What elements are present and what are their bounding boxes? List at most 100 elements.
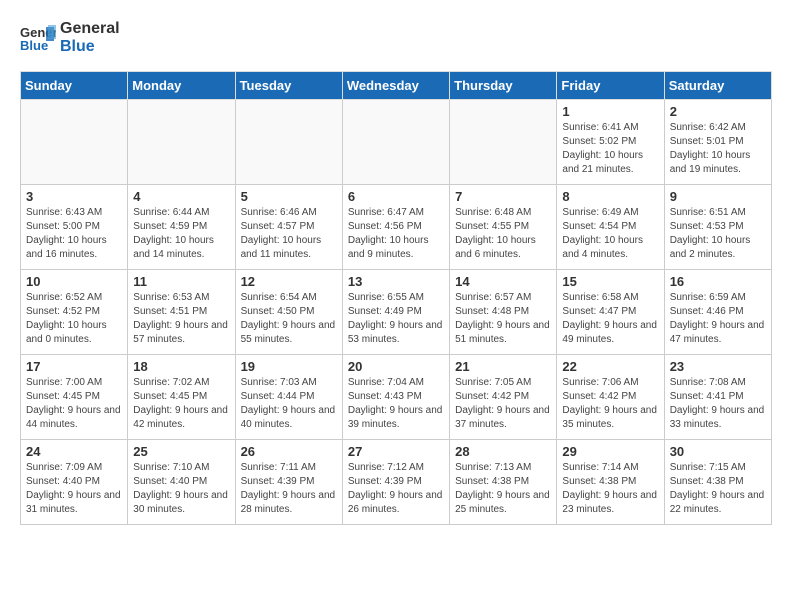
day-number: 6 <box>348 189 444 204</box>
day-info: Sunrise: 7:12 AM Sunset: 4:39 PM Dayligh… <box>348 461 444 517</box>
calendar-cell: 20Sunrise: 7:04 AM Sunset: 4:43 PM Dayli… <box>342 355 449 440</box>
day-info: Sunrise: 7:02 AM Sunset: 4:45 PM Dayligh… <box>133 376 229 432</box>
day-info: Sunrise: 7:11 AM Sunset: 4:39 PM Dayligh… <box>241 461 337 517</box>
day-number: 4 <box>133 189 229 204</box>
day-number: 3 <box>26 189 122 204</box>
day-info: Sunrise: 7:05 AM Sunset: 4:42 PM Dayligh… <box>455 376 551 432</box>
header-sunday: Sunday <box>21 72 128 100</box>
page-header: General Blue General Blue <box>20 20 772 55</box>
day-info: Sunrise: 7:08 AM Sunset: 4:41 PM Dayligh… <box>670 376 766 432</box>
calendar-cell: 12Sunrise: 6:54 AM Sunset: 4:50 PM Dayli… <box>235 270 342 355</box>
day-number: 28 <box>455 444 551 459</box>
calendar-cell: 3 Sunrise: 6:43 AM Sunset: 5:00 PM Daylig… <box>21 185 128 270</box>
calendar-week-5: 24 Sunrise: 7:09 AM Sunset: 4:40 PM Dayli… <box>21 440 772 525</box>
calendar-cell: 9 Sunrise: 6:51 AM Sunset: 4:53 PM Daylig… <box>664 185 771 270</box>
day-info: Sunrise: 6:46 AM Sunset: 4:57 PM Dayligh… <box>241 206 337 262</box>
day-info: Sunrise: 6:48 AM Sunset: 4:55 PM Dayligh… <box>455 206 551 262</box>
header-wednesday: Wednesday <box>342 72 449 100</box>
day-number: 19 <box>241 359 337 374</box>
calendar-week-4: 17Sunrise: 7:00 AM Sunset: 4:45 PM Dayli… <box>21 355 772 440</box>
day-info: Sunrise: 6:47 AM Sunset: 4:56 PM Dayligh… <box>348 206 444 262</box>
day-info: Sunrise: 6:43 AM Sunset: 5:00 PM Dayligh… <box>26 206 122 262</box>
day-info: Sunrise: 6:58 AM Sunset: 4:47 PM Dayligh… <box>562 291 658 347</box>
calendar-cell <box>235 100 342 185</box>
calendar-cell: 15Sunrise: 6:58 AM Sunset: 4:47 PM Dayli… <box>557 270 664 355</box>
calendar-cell: 2 Sunrise: 6:42 AM Sunset: 5:01 PM Daylig… <box>664 100 771 185</box>
day-number: 8 <box>562 189 658 204</box>
calendar-header-row: SundayMondayTuesdayWednesdayThursdayFrid… <box>21 72 772 100</box>
day-number: 1 <box>562 104 658 119</box>
calendar-cell: 17Sunrise: 7:00 AM Sunset: 4:45 PM Dayli… <box>21 355 128 440</box>
calendar-cell <box>128 100 235 185</box>
calendar-week-3: 10Sunrise: 6:52 AM Sunset: 4:52 PM Dayli… <box>21 270 772 355</box>
calendar-cell: 25 Sunrise: 7:10 AM Sunset: 4:40 PM Dayli… <box>128 440 235 525</box>
day-number: 21 <box>455 359 551 374</box>
calendar-table: SundayMondayTuesdayWednesdayThursdayFrid… <box>20 71 772 525</box>
logo-icon: General Blue <box>20 23 56 53</box>
day-number: 16 <box>670 274 766 289</box>
day-number: 11 <box>133 274 229 289</box>
day-info: Sunrise: 6:51 AM Sunset: 4:53 PM Dayligh… <box>670 206 766 262</box>
day-info: Sunrise: 7:10 AM Sunset: 4:40 PM Dayligh… <box>133 461 229 517</box>
day-number: 23 <box>670 359 766 374</box>
calendar-cell: 27 Sunrise: 7:12 AM Sunset: 4:39 PM Dayli… <box>342 440 449 525</box>
calendar-cell: 29 Sunrise: 7:14 AM Sunset: 4:38 PM Dayli… <box>557 440 664 525</box>
day-info: Sunrise: 6:41 AM Sunset: 5:02 PM Dayligh… <box>562 121 658 177</box>
day-info: Sunrise: 7:15 AM Sunset: 4:38 PM Dayligh… <box>670 461 766 517</box>
header-thursday: Thursday <box>450 72 557 100</box>
calendar-cell: 8 Sunrise: 6:49 AM Sunset: 4:54 PM Daylig… <box>557 185 664 270</box>
day-number: 25 <box>133 444 229 459</box>
calendar-cell <box>450 100 557 185</box>
header-monday: Monday <box>128 72 235 100</box>
day-info: Sunrise: 7:03 AM Sunset: 4:44 PM Dayligh… <box>241 376 337 432</box>
calendar-cell <box>342 100 449 185</box>
day-number: 9 <box>670 189 766 204</box>
calendar-cell: 18 Sunrise: 7:02 AM Sunset: 4:45 PM Dayli… <box>128 355 235 440</box>
calendar-cell: 22Sunrise: 7:06 AM Sunset: 4:42 PM Dayli… <box>557 355 664 440</box>
day-info: Sunrise: 6:59 AM Sunset: 4:46 PM Dayligh… <box>670 291 766 347</box>
day-number: 13 <box>348 274 444 289</box>
day-number: 5 <box>241 189 337 204</box>
day-info: Sunrise: 7:09 AM Sunset: 4:40 PM Dayligh… <box>26 461 122 517</box>
day-number: 17 <box>26 359 122 374</box>
day-number: 18 <box>133 359 229 374</box>
calendar-cell: 28 Sunrise: 7:13 AM Sunset: 4:38 PM Dayli… <box>450 440 557 525</box>
day-info: Sunrise: 6:52 AM Sunset: 4:52 PM Dayligh… <box>26 291 122 347</box>
header-friday: Friday <box>557 72 664 100</box>
calendar-cell: 16 Sunrise: 6:59 AM Sunset: 4:46 PM Dayli… <box>664 270 771 355</box>
day-info: Sunrise: 6:55 AM Sunset: 4:49 PM Dayligh… <box>348 291 444 347</box>
day-info: Sunrise: 6:49 AM Sunset: 4:54 PM Dayligh… <box>562 206 658 262</box>
calendar-cell: 11 Sunrise: 6:53 AM Sunset: 4:51 PM Dayli… <box>128 270 235 355</box>
day-number: 27 <box>348 444 444 459</box>
day-info: Sunrise: 6:54 AM Sunset: 4:50 PM Dayligh… <box>241 291 337 347</box>
calendar-cell: 7 Sunrise: 6:48 AM Sunset: 4:55 PM Daylig… <box>450 185 557 270</box>
day-info: Sunrise: 7:04 AM Sunset: 4:43 PM Dayligh… <box>348 376 444 432</box>
day-number: 30 <box>670 444 766 459</box>
calendar-cell: 1 Sunrise: 6:41 AM Sunset: 5:02 PM Daylig… <box>557 100 664 185</box>
svg-text:Blue: Blue <box>20 38 48 53</box>
calendar-week-1: 1 Sunrise: 6:41 AM Sunset: 5:02 PM Daylig… <box>21 100 772 185</box>
day-info: Sunrise: 6:42 AM Sunset: 5:01 PM Dayligh… <box>670 121 766 177</box>
day-info: Sunrise: 7:13 AM Sunset: 4:38 PM Dayligh… <box>455 461 551 517</box>
day-number: 2 <box>670 104 766 119</box>
day-info: Sunrise: 7:06 AM Sunset: 4:42 PM Dayligh… <box>562 376 658 432</box>
header-saturday: Saturday <box>664 72 771 100</box>
calendar-week-2: 3 Sunrise: 6:43 AM Sunset: 5:00 PM Daylig… <box>21 185 772 270</box>
day-number: 14 <box>455 274 551 289</box>
day-number: 29 <box>562 444 658 459</box>
calendar-cell: 13 Sunrise: 6:55 AM Sunset: 4:49 PM Dayli… <box>342 270 449 355</box>
day-info: Sunrise: 6:57 AM Sunset: 4:48 PM Dayligh… <box>455 291 551 347</box>
calendar-cell: 21 Sunrise: 7:05 AM Sunset: 4:42 PM Dayli… <box>450 355 557 440</box>
day-info: Sunrise: 7:14 AM Sunset: 4:38 PM Dayligh… <box>562 461 658 517</box>
calendar-cell: 26 Sunrise: 7:11 AM Sunset: 4:39 PM Dayli… <box>235 440 342 525</box>
calendar-cell: 10Sunrise: 6:52 AM Sunset: 4:52 PM Dayli… <box>21 270 128 355</box>
calendar-cell: 19 Sunrise: 7:03 AM Sunset: 4:44 PM Dayli… <box>235 355 342 440</box>
header-tuesday: Tuesday <box>235 72 342 100</box>
calendar-cell: 24 Sunrise: 7:09 AM Sunset: 4:40 PM Dayli… <box>21 440 128 525</box>
day-number: 26 <box>241 444 337 459</box>
calendar-cell: 23 Sunrise: 7:08 AM Sunset: 4:41 PM Dayli… <box>664 355 771 440</box>
day-number: 24 <box>26 444 122 459</box>
day-info: Sunrise: 6:53 AM Sunset: 4:51 PM Dayligh… <box>133 291 229 347</box>
calendar-cell: 4Sunrise: 6:44 AM Sunset: 4:59 PM Daylig… <box>128 185 235 270</box>
day-number: 7 <box>455 189 551 204</box>
